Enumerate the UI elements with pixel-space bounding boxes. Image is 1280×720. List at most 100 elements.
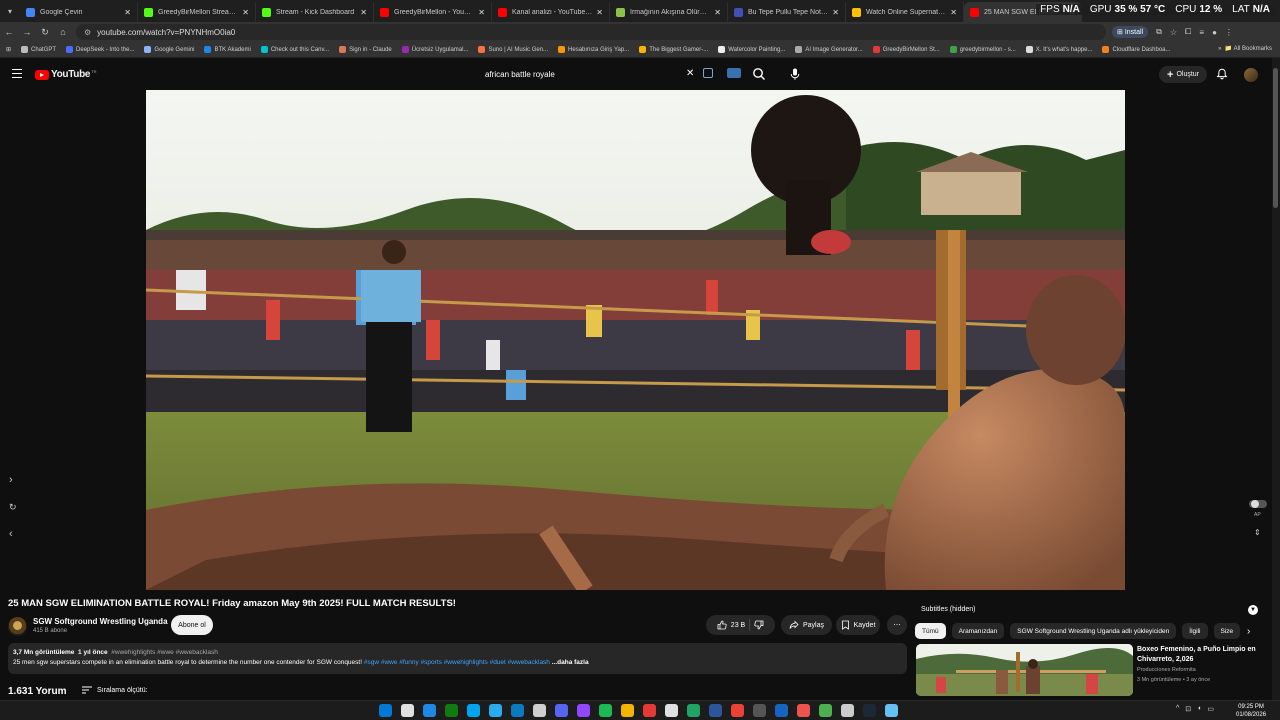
bookmark-item[interactable]: Sign in - Claude: [339, 46, 392, 53]
tab-search-icon[interactable]: ▾: [0, 0, 20, 22]
browser-tab[interactable]: GreedyBirMellon - YouTube ✕: [374, 2, 492, 22]
browser-tab[interactable]: Bu Tepe Pullu Tepe Notaları | N ✕: [728, 2, 846, 22]
taskbar-app-icon[interactable]: [797, 704, 810, 717]
bookmark-item[interactable]: GreedyBirMellon St...: [872, 46, 940, 53]
bookmark-item[interactable]: Check out this Canv...: [260, 46, 329, 53]
bookmark-item[interactable]: Suno | AI Music Gen...: [478, 46, 548, 53]
install-app-button[interactable]: ⊞ Install: [1112, 26, 1149, 38]
screen-keyboard-icon[interactable]: [727, 68, 741, 78]
save-button[interactable]: Kaydet: [836, 615, 880, 635]
description-box[interactable]: 3,7 Mn görüntüleme 1 yıl önce #wwehighli…: [8, 643, 907, 674]
header-hashtags[interactable]: #wwehighlights #wwe #wwebacklash: [111, 649, 218, 656]
battery-icon[interactable]: ▭: [1207, 705, 1214, 713]
keyboard-icon[interactable]: [703, 68, 713, 78]
comments-sort-button[interactable]: Sıralama ölçütü:: [82, 686, 148, 694]
filter-chip[interactable]: Aramanızdan: [951, 623, 1005, 639]
all-bookmarks-button[interactable]: » 📁 All Bookmarks: [1218, 45, 1272, 52]
scrollbar-thumb[interactable]: [1273, 68, 1278, 208]
taskbar-app-icon[interactable]: [621, 704, 634, 717]
taskbar-app-icon[interactable]: [467, 704, 480, 717]
extensions-icon[interactable]: ⧠: [1185, 27, 1191, 37]
ambient-mode-toggle[interactable]: [1249, 500, 1267, 508]
site-info-icon[interactable]: ⚙: [84, 28, 91, 37]
bookmark-item[interactable]: Watercolor Painting...: [718, 46, 785, 53]
filter-chip[interactable]: Tümü: [915, 623, 946, 639]
home-icon[interactable]: ⌂: [54, 27, 72, 37]
create-button[interactable]: + Oluştur: [1159, 66, 1207, 83]
profile-icon[interactable]: ●: [1212, 28, 1217, 37]
youtube-logo[interactable]: YouTube TR: [35, 69, 97, 80]
chevron-down-icon[interactable]: ▼: [1248, 605, 1258, 615]
bookmark-item[interactable]: The Biggest Gamer-...: [639, 46, 708, 53]
page-scrollbar[interactable]: [1272, 58, 1280, 700]
bookmark-item[interactable]: Ücretsiz Uygulamal...: [401, 46, 468, 53]
taskbar-app-icon[interactable]: [753, 704, 766, 717]
tab-close-icon[interactable]: ✕: [242, 8, 249, 17]
taskbar-app-icon[interactable]: [709, 704, 722, 717]
show-more-link[interactable]: ...daha fazla: [552, 659, 589, 666]
taskbar-app-icon[interactable]: [775, 704, 788, 717]
browser-tab[interactable]: GreedyBirMellon Stream - Wel ✕: [138, 2, 256, 22]
taskbar-app-icon[interactable]: [643, 704, 656, 717]
taskbar-app-icon[interactable]: [687, 704, 700, 717]
bookmark-item[interactable]: ChatGPT: [21, 46, 56, 53]
translate-icon[interactable]: ⧉: [1156, 27, 1162, 37]
video-player[interactable]: [146, 90, 1125, 590]
bookmark-item[interactable]: AI Image Generator...: [795, 46, 863, 53]
bookmark-item[interactable]: BTK Akademi: [204, 46, 251, 53]
bookmark-item[interactable]: greedybirmellon - s...: [949, 46, 1016, 53]
thumbs-down-icon[interactable]: [754, 620, 764, 630]
taskbar-app-icon[interactable]: [511, 704, 524, 717]
filter-chip[interactable]: SGW Softground Wrestling Uganda adlı yük…: [1010, 623, 1177, 639]
tray-chevron-icon[interactable]: ^: [1176, 705, 1179, 713]
browser-tab[interactable]: Irmağının Akışına Ölürüm Türkü ✕: [610, 2, 728, 22]
more-actions-button[interactable]: ⋯: [887, 615, 907, 635]
forward-arrow-icon[interactable]: →: [18, 27, 36, 37]
taskbar-app-icon[interactable]: [423, 704, 436, 717]
apps-grid-icon[interactable]: ⊞: [6, 46, 11, 53]
volume-icon[interactable]: ◖: [1197, 705, 1201, 713]
chips-next-chevron-icon[interactable]: ›: [1247, 626, 1250, 637]
taskbar-clock[interactable]: 09:25 PM 01/08/2026: [1236, 703, 1266, 719]
browser-tab[interactable]: Stream - Kick Dashboard ✕: [256, 2, 374, 22]
tab-close-icon[interactable]: ✕: [596, 8, 603, 17]
share-button[interactable]: Paylaş: [781, 615, 832, 635]
media-icon[interactable]: ≡: [1199, 28, 1204, 37]
filter-chip[interactable]: Size: [1213, 623, 1240, 639]
taskbar-app-icon[interactable]: [841, 704, 854, 717]
chevron-right-icon[interactable]: ›: [9, 474, 13, 486]
bookmark-star-icon[interactable]: ☆: [1170, 28, 1177, 37]
hamburger-menu-icon[interactable]: [12, 69, 22, 81]
bookmark-item[interactable]: DeepSeek - Into the...: [66, 46, 134, 53]
taskbar-app-icon[interactable]: [885, 704, 898, 717]
taskbar-app-icon[interactable]: [533, 704, 546, 717]
back-arrow-icon[interactable]: ←: [0, 27, 18, 37]
recommendation-thumbnail[interactable]: [916, 644, 1133, 696]
taskbar-app-icon[interactable]: [555, 704, 568, 717]
recommendation-title[interactable]: Boxeo Femenino, a Puño Limpio en Chivarr…: [1137, 645, 1262, 665]
search-icon[interactable]: [752, 67, 766, 81]
tab-close-icon[interactable]: ✕: [124, 8, 131, 17]
refresh-icon[interactable]: ↻: [9, 502, 17, 513]
like-button[interactable]: 23 B: [717, 620, 745, 630]
channel-avatar[interactable]: [8, 617, 27, 636]
taskbar-app-icon[interactable]: [445, 704, 458, 717]
browser-tab[interactable]: Watch Online Supernatural Sea✕: [846, 2, 964, 22]
network-icon[interactable]: ⊡: [1185, 705, 1191, 713]
description-hashtags[interactable]: #sgw #wwe #funny #sports #wwehighlights …: [364, 659, 550, 666]
chevron-left-icon[interactable]: ‹: [9, 528, 13, 540]
bookmark-item[interactable]: Google Gemini: [144, 46, 194, 53]
microphone-icon[interactable]: [788, 67, 802, 81]
browser-tab[interactable]: Google Çeviri ✕: [20, 2, 138, 22]
filter-chip[interactable]: İlgili: [1182, 623, 1208, 639]
tab-close-icon[interactable]: ✕: [714, 8, 721, 17]
browser-tab[interactable]: Kanal analizi - YouTube Studio ✕: [492, 2, 610, 22]
bookmark-item[interactable]: Hesabınıza Giriş Yap...: [558, 46, 629, 53]
notifications-bell-icon[interactable]: [1216, 68, 1228, 80]
taskbar-app-icon[interactable]: [863, 704, 876, 717]
bookmark-item[interactable]: X. It's what's happe...: [1025, 46, 1092, 53]
tab-close-icon[interactable]: ✕: [832, 8, 839, 17]
clear-search-icon[interactable]: ✕: [686, 68, 694, 79]
bookmark-item[interactable]: Cloudflare Dashboa...: [1102, 46, 1171, 53]
taskbar-app-icon[interactable]: [819, 704, 832, 717]
